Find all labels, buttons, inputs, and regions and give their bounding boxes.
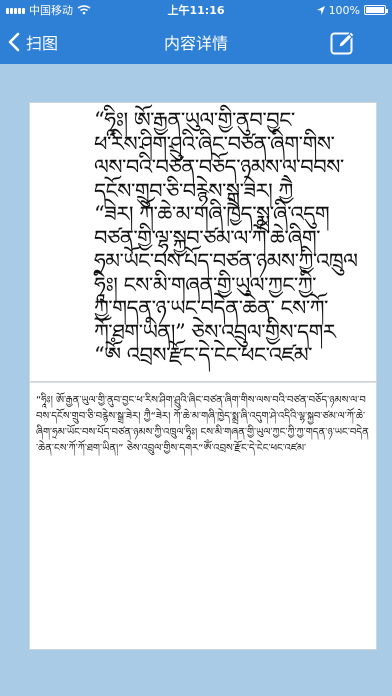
status-left: 中国移动 <box>6 2 133 18</box>
scanned-line: ཧཱིཿ། ངས་མི་གཞན་གྱི་ཡུལ་ཀྱང་ཀྱི་ <box>94 272 317 297</box>
battery-fill <box>366 7 385 13</box>
edit-icon[interactable] <box>330 30 356 56</box>
scanned-line: “ཟེར། ཀོ་ཆེ་མ་གཞི་ཁྱེད་སྨྲ་ཞི་འདུག <box>94 202 330 226</box>
scanned-line: “ཨོཾ འབྲས་རྫོང་དེ་ངེང་ཕང་འཛམ་ <box>94 343 313 367</box>
scanned-line: “ཧཱིཿ། ཨོ་རྒྱན་ཡུལ་གྱི་ནུབ་བྱང་ <box>94 108 295 132</box>
wifi-icon <box>77 5 91 15</box>
recognized-text: “ཧཱིཿ། ཨོ་རྒྱན་ཡུལ་གྱི་ནུབ་བྱང་ཕ་རིས་ཤིག… <box>36 395 369 454</box>
status-time: 上午11:16 <box>167 4 225 17</box>
location-icon <box>316 5 325 15</box>
scanned-text-lines: “ཧཱིཿ། ཨོ་རྒྱན་ཡུལ་གྱི་ནུབ་བྱང་ ཕ་རིས་ཤིག… <box>94 108 376 368</box>
back-label: 扫图 <box>26 34 59 53</box>
scanned-line: དངོས་གྲུབ་ཅི་བརྙེས་སྒྲ་ཟེར། ཀྱཻ <box>94 178 293 203</box>
scanned-line: ཧྲམ་ཡོང་བས་པོད་བཙན་ཉམས་ཀྱི་འཁྲུལ <box>94 249 358 273</box>
chevron-left-icon <box>8 32 20 52</box>
scanned-line: ཀོ་ཐག་ཡིན།” ཅེས་འབྲུལ་གྱིས་དགར <box>94 319 336 344</box>
scanned-line: ཕ་རིས་ཤིག་ཤྲུའི་ཞིང་བཙན་ཞིག་གིས་ <box>94 131 335 156</box>
status-right: 100% <box>259 3 389 17</box>
nav-bar: 扫图 内容详情 <box>0 20 392 64</box>
carrier-label: 中国移动 <box>29 4 73 17</box>
battery-percent: 100% <box>328 3 361 17</box>
status-bar: 中国移动 上午11:16 100% <box>0 0 392 20</box>
scanned-line: བཙན་གྱི་ལྷ་སྐྱབ་ཙམ་ལ་ཀོ་ཆེ་ཞིག་ <box>94 225 321 250</box>
signal-icon <box>6 6 25 14</box>
scanned-line: ཀྱ་གདན་ཉ་ཡང་བདེན་ཆེན་ ངས་ཀོ་ <box>94 296 328 320</box>
scanned-image: “ཧཱིཿ། ཨོ་རྒྱན་ཡུལ་གྱི་ནུབ་བྱང་ ཕ་རིས་ཤིག… <box>29 102 377 382</box>
battery-icon <box>364 5 389 15</box>
scanned-line: ལས་བའི་བཙན་བཅོད་ཉམས་ལ་བབས་ <box>94 155 344 179</box>
recognized-text-panel[interactable]: “ཧཱིཿ། ཨོ་རྒྱན་ཡུལ་གྱི་ནུབ་བྱང་ཕ་རིས་ཤིག… <box>29 382 377 650</box>
back-button[interactable]: 扫图 <box>8 20 58 64</box>
